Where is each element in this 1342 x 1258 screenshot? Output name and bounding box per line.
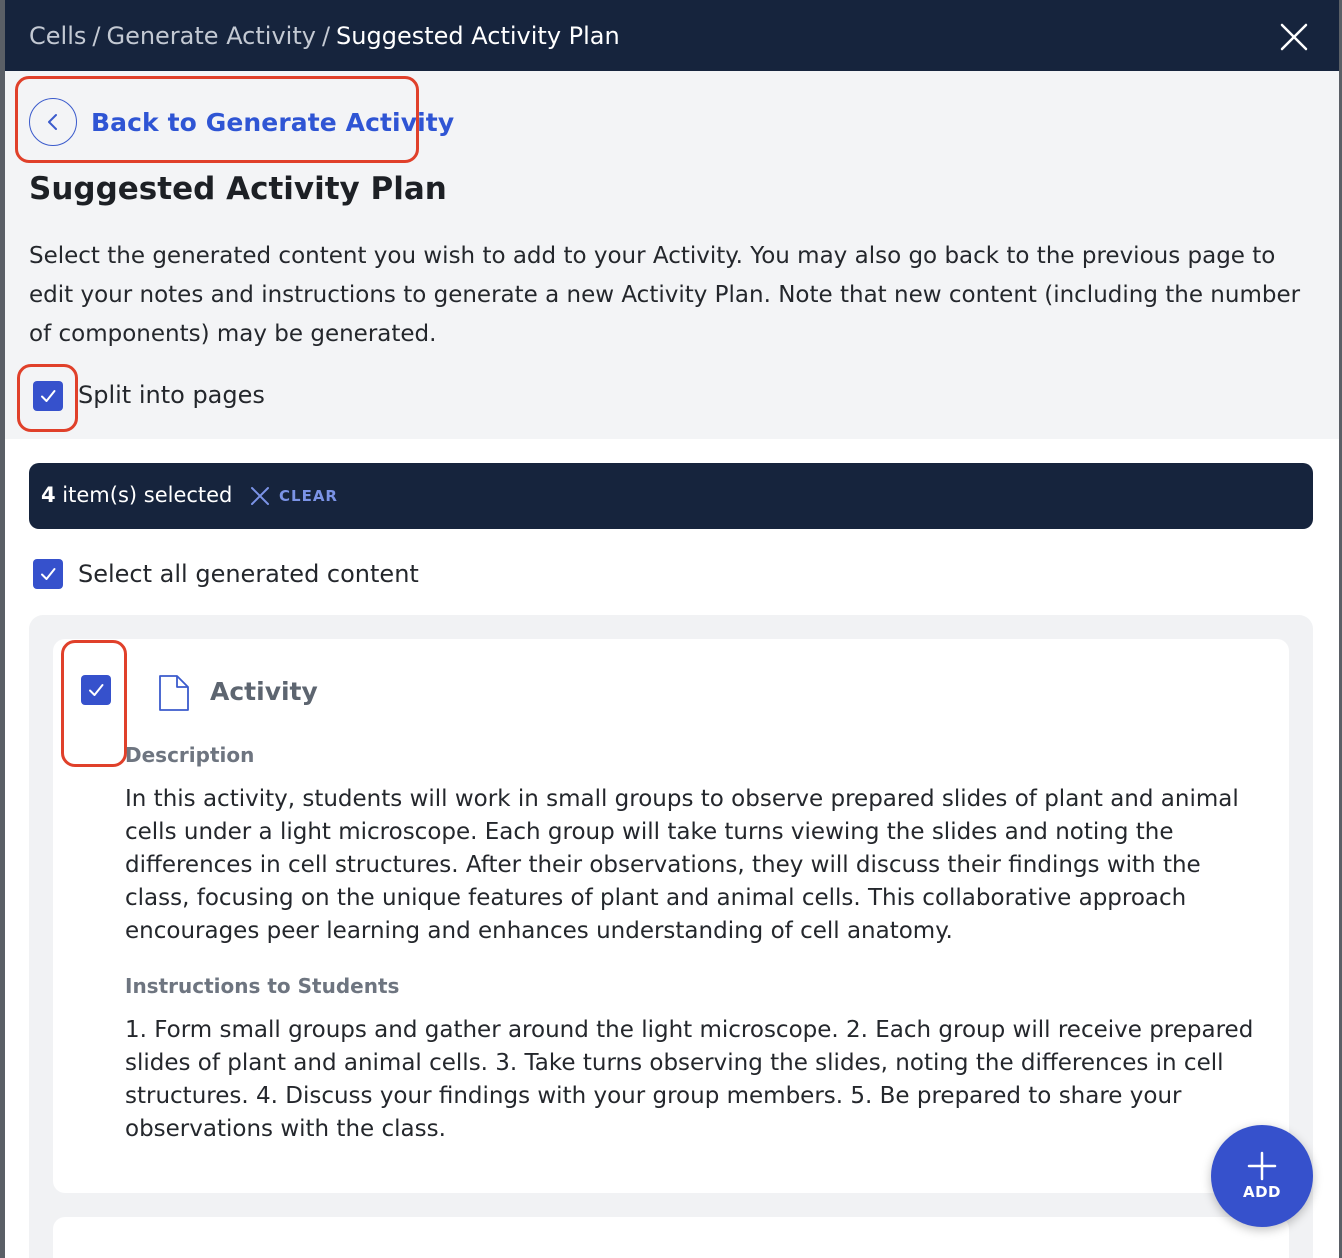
check-icon: [89, 684, 104, 696]
document-icon: [159, 675, 189, 711]
suggested-activity-modal: Cells / Generate Activity / Suggested Activi…: [5, 0, 1339, 1258]
activity-card: Activity Description In this activity, s…: [53, 639, 1289, 1193]
next-content-card: [53, 1217, 1289, 1258]
back-to-generate-activity-button[interactable]: Back to Generate Activity: [29, 98, 454, 146]
breadcrumb: Cells / Generate Activity / Suggested Activi…: [29, 20, 620, 52]
instructions-label: Instructions to Students: [125, 974, 400, 998]
select-all-label: Select all generated content: [78, 560, 419, 588]
activity-checkbox[interactable]: [81, 675, 111, 705]
header-area: Back to Generate Activity Suggested Acti…: [5, 71, 1339, 439]
generated-content-panel: Activity Description In this activity, s…: [29, 615, 1313, 1258]
selected-count: 4 item(s) selected: [41, 483, 232, 507]
top-bar: Cells / Generate Activity / Suggested Activi…: [5, 0, 1339, 71]
selected-count-suffix: item(s) selected: [55, 483, 233, 507]
close-icon: [251, 487, 269, 505]
intro-text: Select the generated content you wish to…: [29, 243, 1301, 347]
split-into-pages-label: Split into pages: [78, 381, 265, 409]
description-text: In this activity, students will work in …: [125, 786, 1239, 944]
clear-label: CLEAR: [279, 487, 338, 505]
chevron-left-icon: [48, 114, 57, 130]
plus-icon: [1247, 1151, 1277, 1181]
page-title: Suggested Activity Plan: [29, 171, 447, 207]
clear-selection-button[interactable]: CLEAR: [249, 483, 338, 509]
description-label: Description: [125, 743, 255, 767]
activity-card-title: Activity: [210, 677, 318, 706]
breadcrumb-item-current: Suggested Activity Plan: [336, 22, 620, 50]
breadcrumb-separator: /: [92, 22, 101, 50]
breadcrumb-item-generate-activity[interactable]: Generate Activity: [106, 22, 315, 50]
selected-count-number: 4: [41, 483, 56, 507]
check-icon: [41, 568, 56, 580]
breadcrumb-separator: /: [321, 22, 331, 50]
close-icon: [1280, 23, 1308, 51]
back-link-label: Back to Generate Activity: [91, 107, 455, 137]
breadcrumb-item-cells[interactable]: Cells: [29, 22, 86, 50]
instructions-text: 1. Form small groups and gather around t…: [125, 1017, 1254, 1142]
select-all-checkbox[interactable]: [33, 559, 63, 589]
check-icon: [41, 390, 56, 402]
selection-bar: 4 item(s) selected CLEAR: [29, 463, 1313, 529]
close-button[interactable]: [1277, 20, 1311, 54]
add-button-label: ADD: [1242, 1183, 1281, 1201]
add-button[interactable]: ADD: [1211, 1125, 1313, 1227]
back-circle: [29, 98, 77, 146]
split-into-pages-checkbox[interactable]: [33, 381, 63, 411]
